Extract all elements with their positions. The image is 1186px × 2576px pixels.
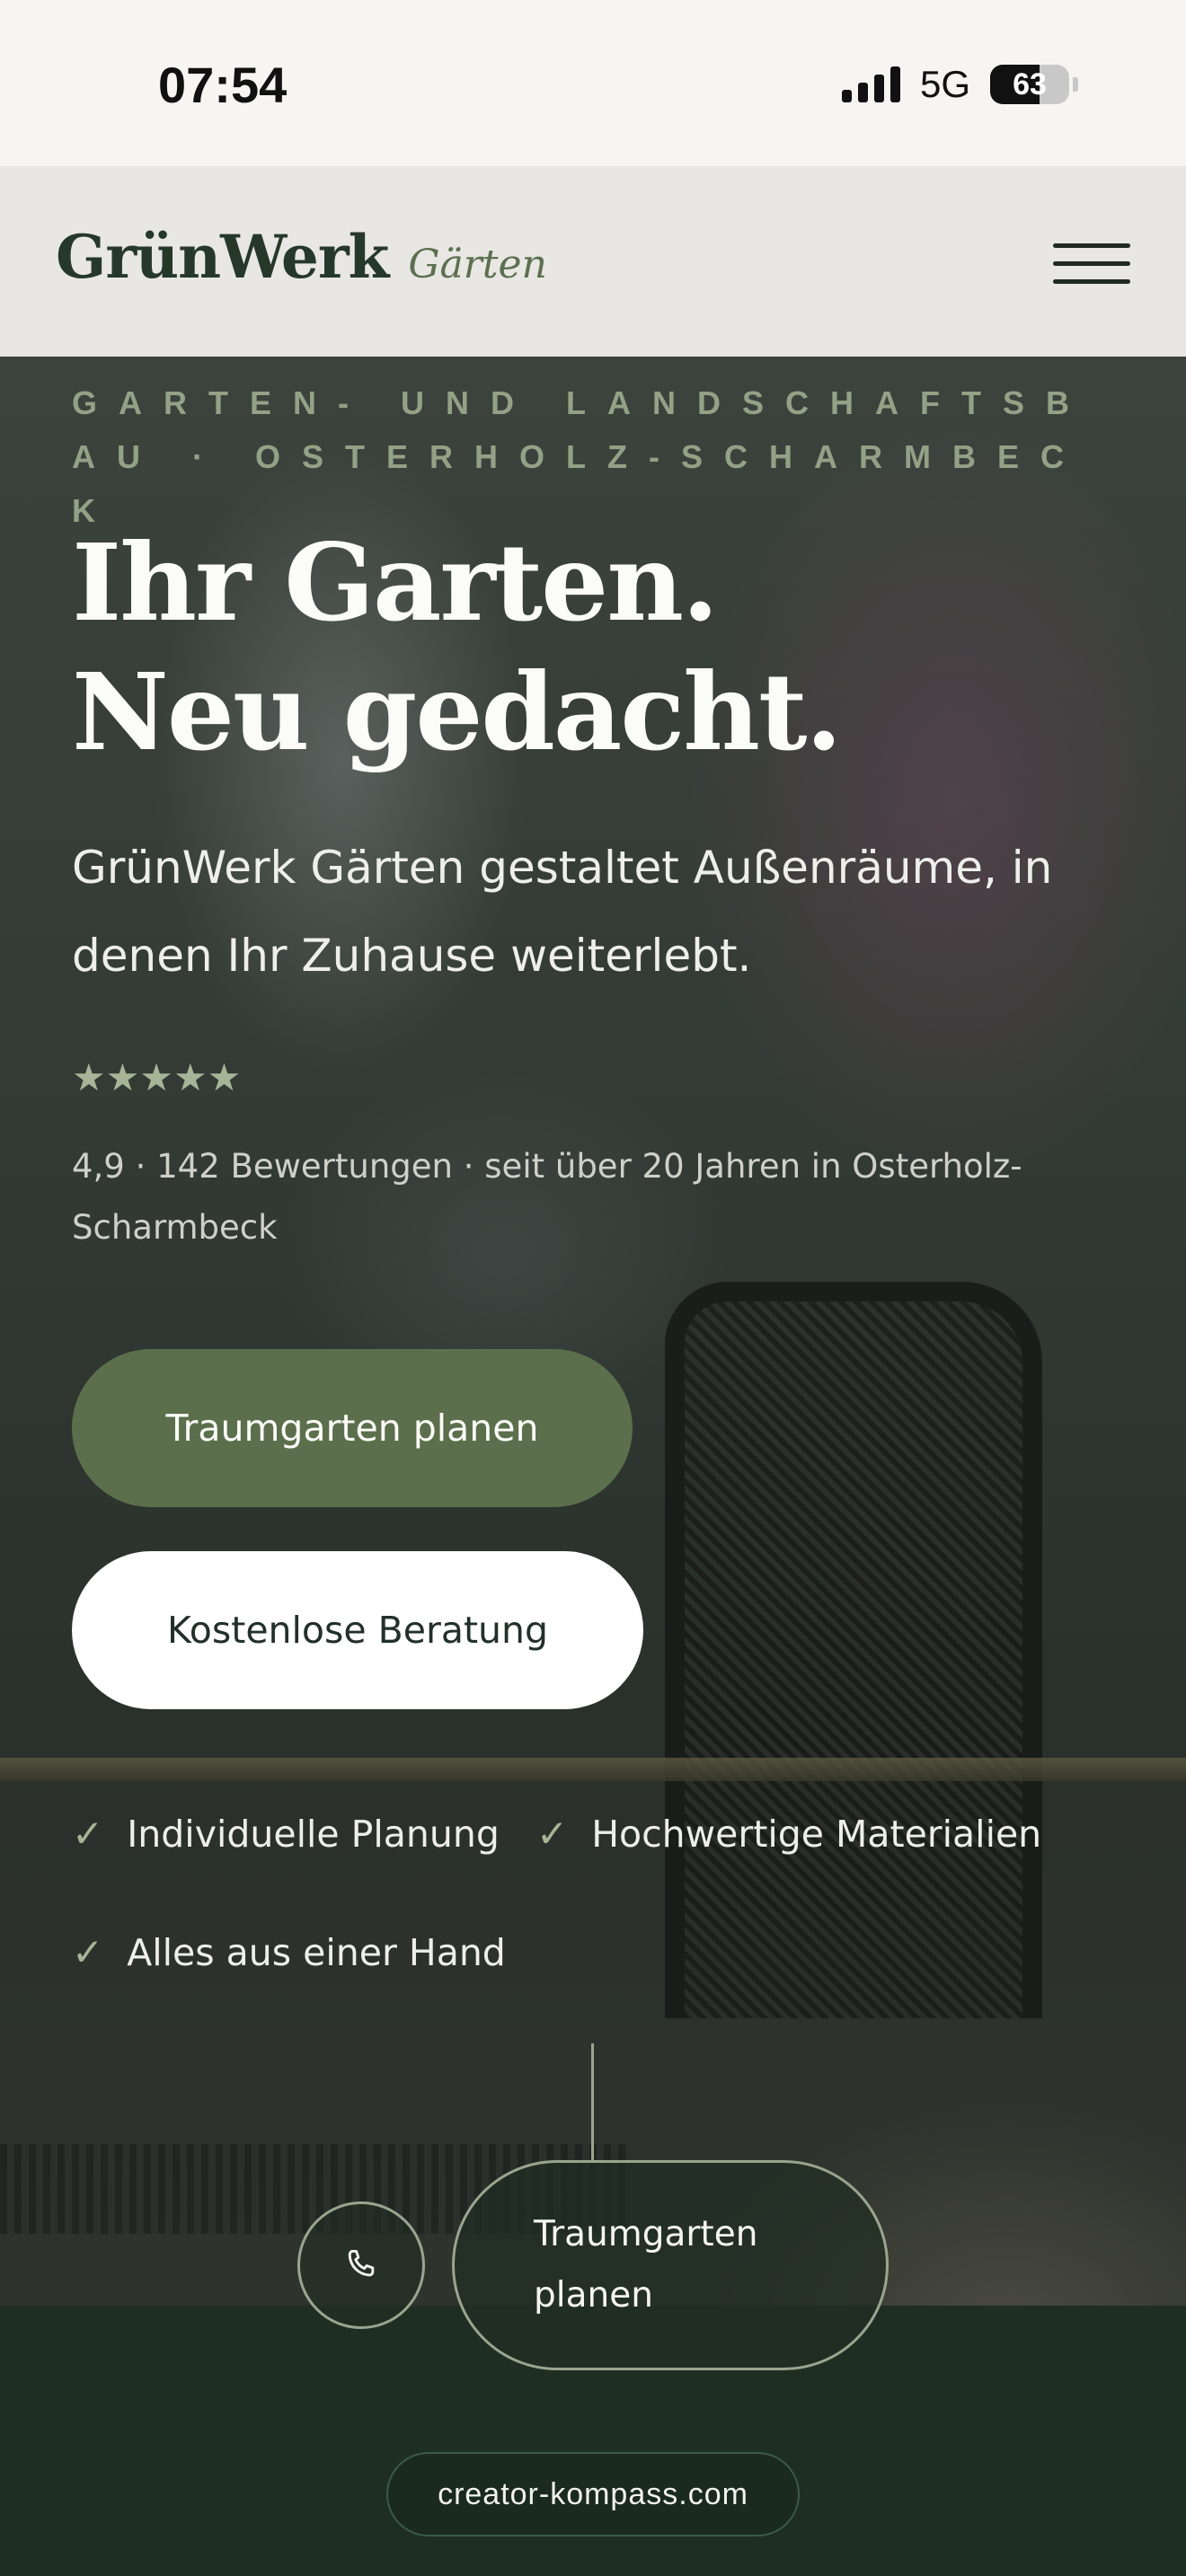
feature-item: ✓ Hochwertige Materialien xyxy=(536,1812,1041,1856)
background-chair-image xyxy=(665,1282,1042,2018)
check-icon: ✓ xyxy=(72,1812,104,1856)
hero-title-line-1: Ihr Garten. xyxy=(72,520,719,645)
site-header: GrünWerk Gärten xyxy=(0,166,1186,357)
hero-subtitle: GrünWerk Gärten gestaltet Außenräume, in… xyxy=(72,842,1053,982)
check-icon: ✓ xyxy=(536,1812,569,1856)
logo[interactable]: GrünWerk Gärten xyxy=(56,222,547,292)
feature-label: Individuelle Planung xyxy=(127,1812,500,1856)
battery-percent: 63 xyxy=(1013,66,1047,101)
network-type: 5G xyxy=(919,63,970,105)
call-button[interactable] xyxy=(297,2201,425,2329)
logo-main-text: GrünWerk xyxy=(56,222,389,292)
hamburger-menu-icon[interactable] xyxy=(1053,236,1130,287)
background-rail xyxy=(0,1758,1186,1781)
hero-eyebrow: GARTEN- UND LANDSCHAFTSBAU · OSTERHOLZ-S… xyxy=(72,384,1091,529)
rating-text: 4,9 · 142 Bewertungen · seit über 20 Jah… xyxy=(72,1147,1022,1247)
sticky-cta-label: Traumgarten planen xyxy=(534,2214,758,2316)
feature-item: ✓ Alles aus einer Hand xyxy=(72,1930,506,1974)
star-icons: ★★★★★ xyxy=(72,1055,242,1099)
feature-label: Alles aus einer Hand xyxy=(127,1930,506,1974)
scroll-indicator-line xyxy=(591,2043,594,2160)
domain-badge: creator-kompass.com xyxy=(386,2452,800,2536)
status-indicators: 5G 63 xyxy=(841,63,1078,106)
sticky-plan-garden-button[interactable]: Traumgarten planen xyxy=(452,2160,889,2370)
phone-icon xyxy=(348,2249,375,2277)
free-consultation-button[interactable]: Kostenlose Beratung xyxy=(72,1551,643,1709)
plan-dream-garden-button[interactable]: Traumgarten planen xyxy=(72,1349,633,1507)
rating-stars: ★★★★★ xyxy=(72,1059,241,1097)
status-bar: 07:54 5G 63 xyxy=(0,0,1186,166)
hero-section: GARTEN- UND LANDSCHAFTSBAU · OSTERHOLZ-S… xyxy=(0,357,1186,2306)
status-time: 07:54 xyxy=(158,57,288,113)
battery-tip xyxy=(1073,77,1078,92)
feature-item: ✓ Individuelle Planung xyxy=(72,1812,500,1856)
feature-label: Hochwertige Materialien xyxy=(591,1812,1042,1856)
hero-title-line-2: Neu gedacht. xyxy=(72,649,843,774)
hero-title: Ihr Garten. Neu gedacht. xyxy=(72,518,1060,777)
signal-strength-icon xyxy=(841,66,900,102)
check-icon: ✓ xyxy=(72,1930,104,1974)
battery-icon: 63 xyxy=(990,65,1069,104)
logo-sub-text: Gärten xyxy=(408,242,547,287)
